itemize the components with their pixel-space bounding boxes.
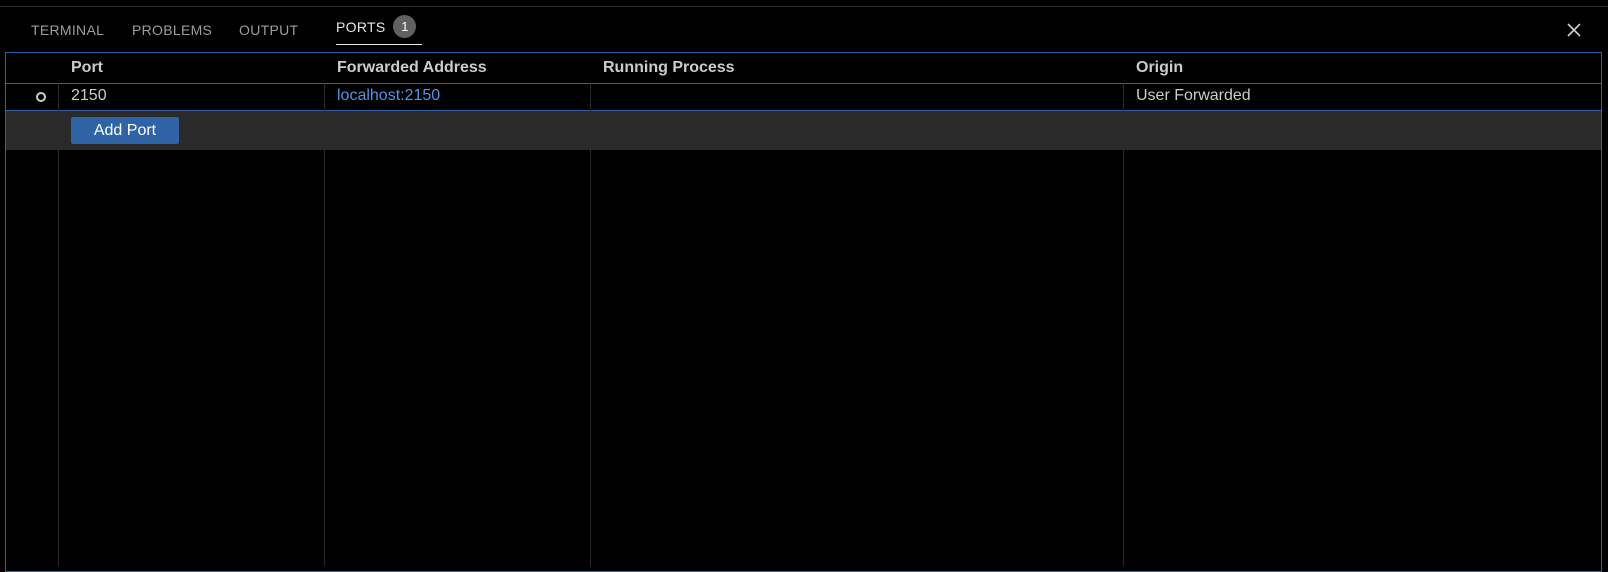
ports-count-badge: 1 [393,15,417,38]
panel-tabbar: TERMINAL PROBLEMS OUTPUT PORTS 1 [0,13,1608,46]
ports-panel: TERMINAL PROBLEMS OUTPUT PORTS 1 Port For… [0,0,1608,572]
panel-top-border [0,6,1608,7]
active-tab-indicator [336,44,422,45]
tab-problems[interactable]: PROBLEMS [132,16,212,44]
close-icon [1567,23,1581,37]
tab-problems-label: PROBLEMS [132,22,213,38]
tab-ports-label: PORTS [336,19,386,35]
tab-terminal[interactable]: TERMINAL [31,16,104,44]
tab-terminal-label: TERMINAL [31,22,105,38]
tab-ports[interactable]: PORTS 1 [336,13,417,41]
tab-output[interactable]: OUTPUT [239,16,298,44]
tab-output-label: OUTPUT [239,22,299,38]
ports-table [5,52,1602,572]
close-panel-button[interactable] [1562,18,1586,42]
